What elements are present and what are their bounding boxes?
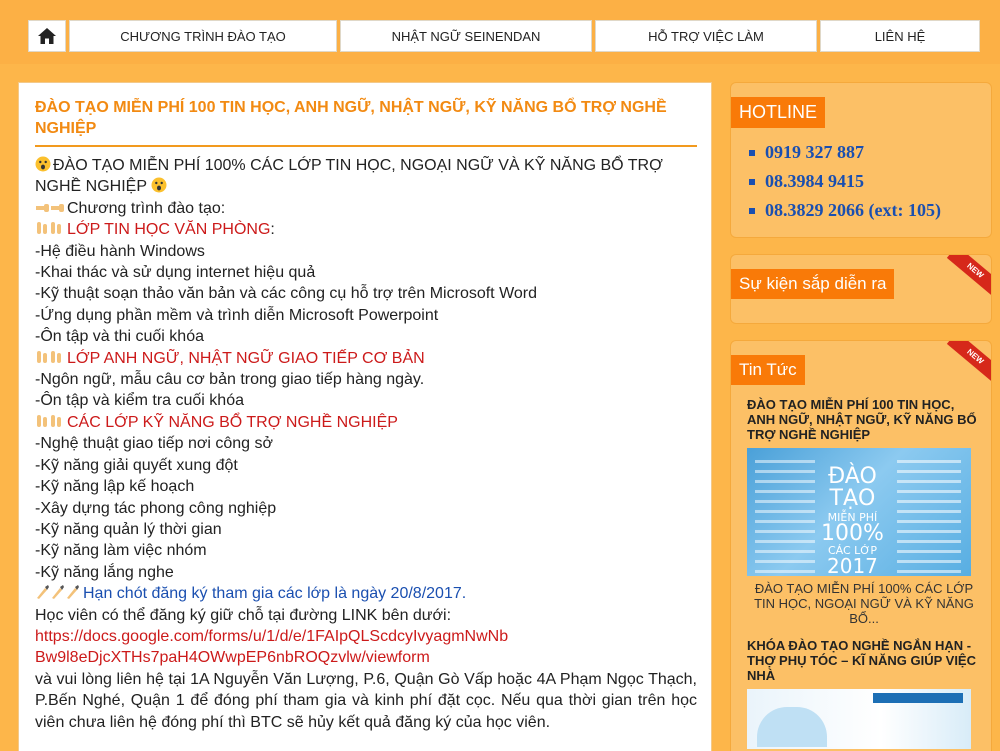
bullet-icon [749,178,755,185]
new-ribbon: NEW [946,255,991,297]
section-heading: CÁC LỚP KỸ NĂNG BỔ TRỢ NGHỀ NGHIỆP [35,412,697,433]
new-ribbon: NEW [946,341,991,383]
top-navigation: CHƯƠNG TRÌNH ĐÀO TẠO NHẬT NGỮ SEINENDAN … [0,0,1000,64]
news-item-description: ĐÀO TẠO MIỄN PHÍ 100% CÁC LỚP TIN HỌC, N… [754,581,974,626]
hotline-list: 0919 327 887 08.3984 9415 08.3829 2066 (… [731,128,991,225]
nav-item-job-support[interactable]: HỖ TRỢ VIỆC LÀM [595,20,817,52]
intro-line: ĐÀO TẠO MIỄN PHÍ 100% CÁC LỚP TIN HỌC, N… [35,155,697,198]
news-item-title[interactable]: ĐÀO TẠO MIỄN PHÍ 100 TIN HỌC, ANH NGỮ, N… [747,397,981,442]
section-heading: LỚP ANH NGỮ, NHẬT NGỮ GIAO TIẾP CƠ BẢN [35,348,697,369]
news-thumbnail[interactable]: ĐÀO TẠO MIỄN PHÍ 100% CÁC LỚP 2017 [747,448,971,576]
section-heading: LỚP TIN HỌC VĂN PHÒNG: [35,219,697,240]
list-item: -Hệ điều hành Windows [35,242,205,260]
list-item: -Nghệ thuật giao tiếp nơi công sở [35,435,274,453]
thumbnail-decor [873,693,963,703]
nav-item-seinendan-japanese[interactable]: NHẬT NGỮ SEINENDAN [340,20,592,52]
hotline-number[interactable]: 08.3829 2066 (ext: 105) [749,196,991,225]
section-title: CÁC LỚP KỸ NĂNG BỔ TRỢ NGHỀ NGHIỆP [67,413,398,431]
crossed-fingers-icon [37,222,61,235]
program-label: Chương trình đào tạo: [67,199,226,217]
registration-link[interactable]: https://docs.google.com/forms/u/1/d/e/1F… [35,626,697,669]
news-thumbnail[interactable] [747,689,971,749]
news-title: Tin Tức [731,355,805,385]
events-box: NEW Sự kiện sắp diễn ra [730,254,992,324]
program-label-line: Chương trình đào tạo: [35,198,697,219]
news-box: NEW Tin Tức ĐÀO TẠO MIỄN PHÍ 100 TIN HỌC… [730,340,992,751]
list-item: -Kỹ năng làm việc nhóm [35,542,207,560]
contact-text: và vui lòng liên hệ tại 1A Nguyễn Văn Lư… [35,670,697,731]
nav-item-training-programs[interactable]: CHƯƠNG TRÌNH ĐÀO TẠO [69,20,337,52]
nav-item-contact[interactable]: LIÊN HỆ [820,20,980,52]
list-item: -Khai thác và sử dụng internet hiệu quả [35,264,316,282]
intro-text: ĐÀO TẠO MIỄN PHÍ 100% CÁC LỚP TIN HỌC, N… [35,157,663,196]
bullet-icon [749,207,755,214]
bullet-icon [749,149,755,156]
section-title: LỚP ANH NGỮ, NHẬT NGỮ GIAO TIẾP CƠ BẢN [67,349,425,367]
deadline-line: Hạn chót đăng ký tham gia các lớp là ngà… [35,583,697,604]
events-title: Sự kiện sắp diễn ra [731,269,895,299]
writing-hands-icon [37,585,79,600]
news-item[interactable]: ĐÀO TẠO MIỄN PHÍ 100 TIN HỌC, ANH NGỮ, N… [731,397,991,626]
thumbnail-decor [757,707,827,747]
astonished-face-icon [35,156,51,172]
list-item: -Kỹ năng giải quyết xung đột [35,456,238,474]
deadline-text: Hạn chót đăng ký tham gia các lớp là ngà… [83,585,467,603]
list-item: -Ôn tập và kiểm tra cuối khóa [35,392,244,410]
crossed-fingers-icon [37,350,61,363]
section-title: LỚP TIN HỌC VĂN PHÒNG [67,221,271,239]
post-title: ĐÀO TẠO MIỄN PHÍ 100 TIN HỌC, ANH NGỮ, N… [35,97,697,147]
thumbnail-text: ĐÀO TẠO MIỄN PHÍ 100% CÁC LỚP 2017 [821,464,884,577]
news-item[interactable]: KHÓA ĐÀO TẠO NGHỀ NGẮN HẠN - THỢ PHỤ TÓC… [731,638,991,749]
astonished-face-icon [151,177,167,193]
post-content: ĐÀO TẠO MIỄN PHÍ 100% CÁC LỚP TIN HỌC, N… [35,155,697,733]
news-item-title[interactable]: KHÓA ĐÀO TẠO NGHỀ NGẮN HẠN - THỢ PHỤ TÓC… [747,638,981,683]
list-item: -Xây dựng tác phong công nghiệp [35,499,277,517]
thumbnail-decor [897,460,961,576]
list-item: -Kỹ thuật soạn thảo văn bản và các công … [35,285,538,303]
list-item: -Kỹ năng lập kế hoạch [35,478,195,496]
list-item: -Ngôn ngữ, mẫu câu cơ bản trong giao tiế… [35,371,425,389]
list-item: -Ứng dụng phần mềm và trình diễn Microso… [35,306,439,324]
list-item: -Kỹ năng quản lý thời gian [35,520,222,538]
crossed-fingers-icon [37,414,61,427]
home-button[interactable] [28,20,66,52]
home-icon [38,28,56,44]
thumbnail-decor [755,460,815,576]
hotline-title: HOTLINE [731,97,826,128]
register-text: Học viên có thể đăng ký giữ chỗ tại đườn… [35,606,452,624]
pointing-hands-icon [36,203,64,212]
main-article: ĐÀO TẠO MIỄN PHÍ 100 TIN HỌC, ANH NGỮ, N… [18,82,712,751]
list-item: -Kỹ năng lắng nghe [35,563,174,581]
list-item: -Ôn tập và thi cuối khóa [35,328,204,346]
hotline-number[interactable]: 08.3984 9415 [749,167,991,196]
hotline-number[interactable]: 0919 327 887 [749,138,991,167]
hotline-box: HOTLINE 0919 327 887 08.3984 9415 08.382… [730,82,992,238]
